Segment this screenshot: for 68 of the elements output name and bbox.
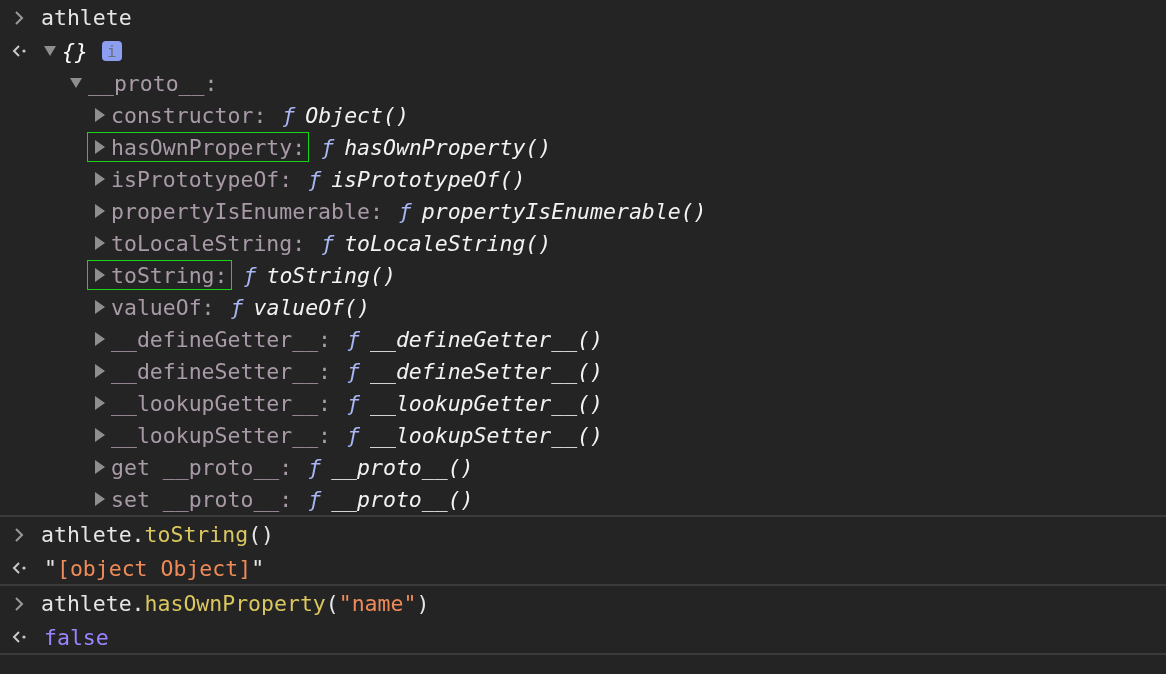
caret-icon[interactable] [94, 364, 105, 378]
function-marker: ƒ [308, 486, 322, 512]
caret-icon[interactable] [94, 236, 105, 250]
function-marker: ƒ [347, 358, 360, 384]
return-arrow-icon [12, 45, 28, 57]
property-key: isPrototypeOf: [111, 166, 293, 192]
property-key: constructor: [111, 102, 267, 128]
function-signature: __proto__() [331, 454, 474, 480]
command-text: athlete [41, 5, 132, 30]
prompt-chevron-icon [14, 527, 24, 542]
function-signature: toLocaleString() [344, 230, 552, 256]
return-arrow-icon [12, 562, 28, 574]
function-marker: ƒ [282, 102, 296, 128]
prompt-chevron-icon [14, 10, 24, 25]
property-key: __proto__: [88, 70, 218, 96]
info-badge: i [101, 41, 122, 61]
property-key: get __proto__: [111, 454, 293, 480]
caret-icon[interactable] [94, 204, 105, 218]
caret-icon[interactable] [70, 76, 82, 90]
caret-icon[interactable] [94, 140, 105, 154]
caret-icon[interactable] [94, 492, 105, 506]
property-key: hasOwnProperty: [111, 134, 306, 160]
property-key: set __proto__: [111, 486, 293, 512]
property-key: __lookupSetter__: [111, 422, 332, 448]
function-marker: ƒ [398, 198, 412, 224]
return-arrow-icon [12, 631, 28, 643]
property-key: __defineGetter__: [111, 326, 332, 352]
property-key: __lookupGetter__: [111, 390, 332, 416]
property-key: __defineSetter__: [111, 358, 332, 384]
function-signature: isPrototypeOf() [331, 166, 526, 192]
caret-icon[interactable] [94, 172, 105, 186]
object-preview: {} [62, 38, 88, 64]
command-text: athlete.toString() [41, 522, 274, 547]
function-marker: ƒ [347, 326, 360, 352]
property-key: toLocaleString: [111, 230, 306, 256]
caret-icon[interactable] [94, 332, 105, 346]
caret-icon[interactable] [94, 396, 105, 410]
result-text: false [44, 624, 109, 650]
function-marker: ƒ [308, 454, 322, 480]
caret-icon[interactable] [94, 108, 105, 122]
caret-icon[interactable] [94, 268, 105, 282]
function-marker: ƒ [243, 262, 257, 288]
function-signature: __proto__() [331, 486, 474, 512]
function-signature: propertyIsEnumerable() [421, 198, 707, 224]
function-marker: ƒ [347, 422, 360, 448]
function-signature: __lookupGetter__() [370, 390, 603, 416]
result-text: "[object Object]" [44, 555, 265, 581]
function-signature: __lookupSetter__() [370, 422, 603, 448]
function-signature: __defineGetter__() [370, 326, 603, 352]
function-signature: valueOf() [253, 294, 370, 320]
property-key: propertyIsEnumerable: [111, 198, 383, 224]
caret-icon[interactable] [94, 428, 105, 442]
caret-icon[interactable] [94, 300, 105, 314]
function-signature: __defineSetter__() [370, 358, 603, 384]
function-marker: ƒ [347, 390, 360, 416]
function-signature: hasOwnProperty() [344, 134, 552, 160]
function-signature: Object() [305, 102, 409, 128]
function-marker: ƒ [321, 230, 335, 256]
property-key: toString: [111, 262, 228, 288]
prompt-chevron-icon [14, 596, 24, 611]
function-signature: toString() [266, 262, 396, 288]
property-key: valueOf: [111, 294, 215, 320]
caret-icon[interactable] [94, 460, 105, 474]
caret-icon[interactable] [44, 44, 56, 58]
command-text: athlete.hasOwnProperty("name") [41, 591, 430, 616]
function-marker: ƒ [321, 134, 335, 160]
function-marker: ƒ [308, 166, 322, 192]
function-marker: ƒ [230, 294, 244, 320]
